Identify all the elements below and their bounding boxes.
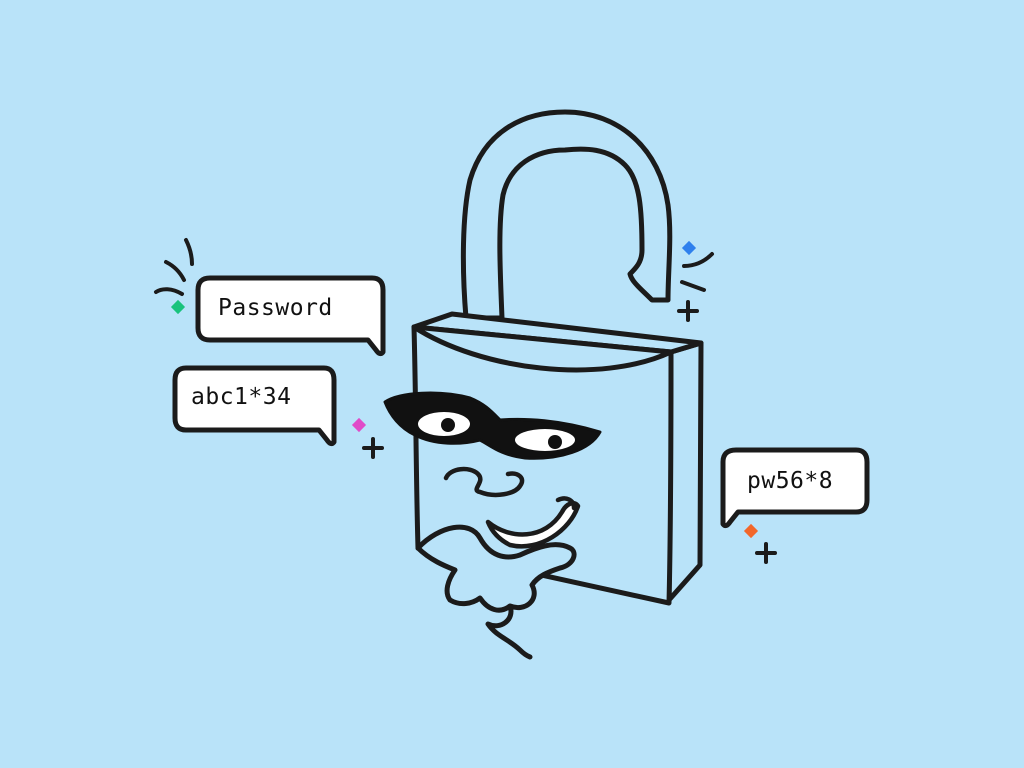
left-pupil [441,418,455,432]
right-eye [515,429,575,451]
padlock-side [666,340,704,603]
plus-icon-3 [755,542,777,564]
abc-bubble-text: abc1*34 [191,384,292,410]
right-pupil [548,435,562,449]
plus-icon-2 [677,300,699,322]
plus-icon-1 [362,437,384,459]
sparkle-icon-green [170,299,186,315]
password-bubble-text: Password [218,295,333,321]
padlock-shackle [460,109,673,321]
padlock-illustration [154,109,870,660]
sparkle-icon-orange [743,523,759,539]
illustration: Password abc1*34 pw56*8 [0,0,1024,768]
sparkle-icon-pink [351,417,367,433]
motion-lines-right [680,252,714,292]
pw-bubble-text: pw56*8 [747,468,834,494]
sparkle-icon-blue [681,240,697,256]
motion-lines-left [154,238,194,296]
